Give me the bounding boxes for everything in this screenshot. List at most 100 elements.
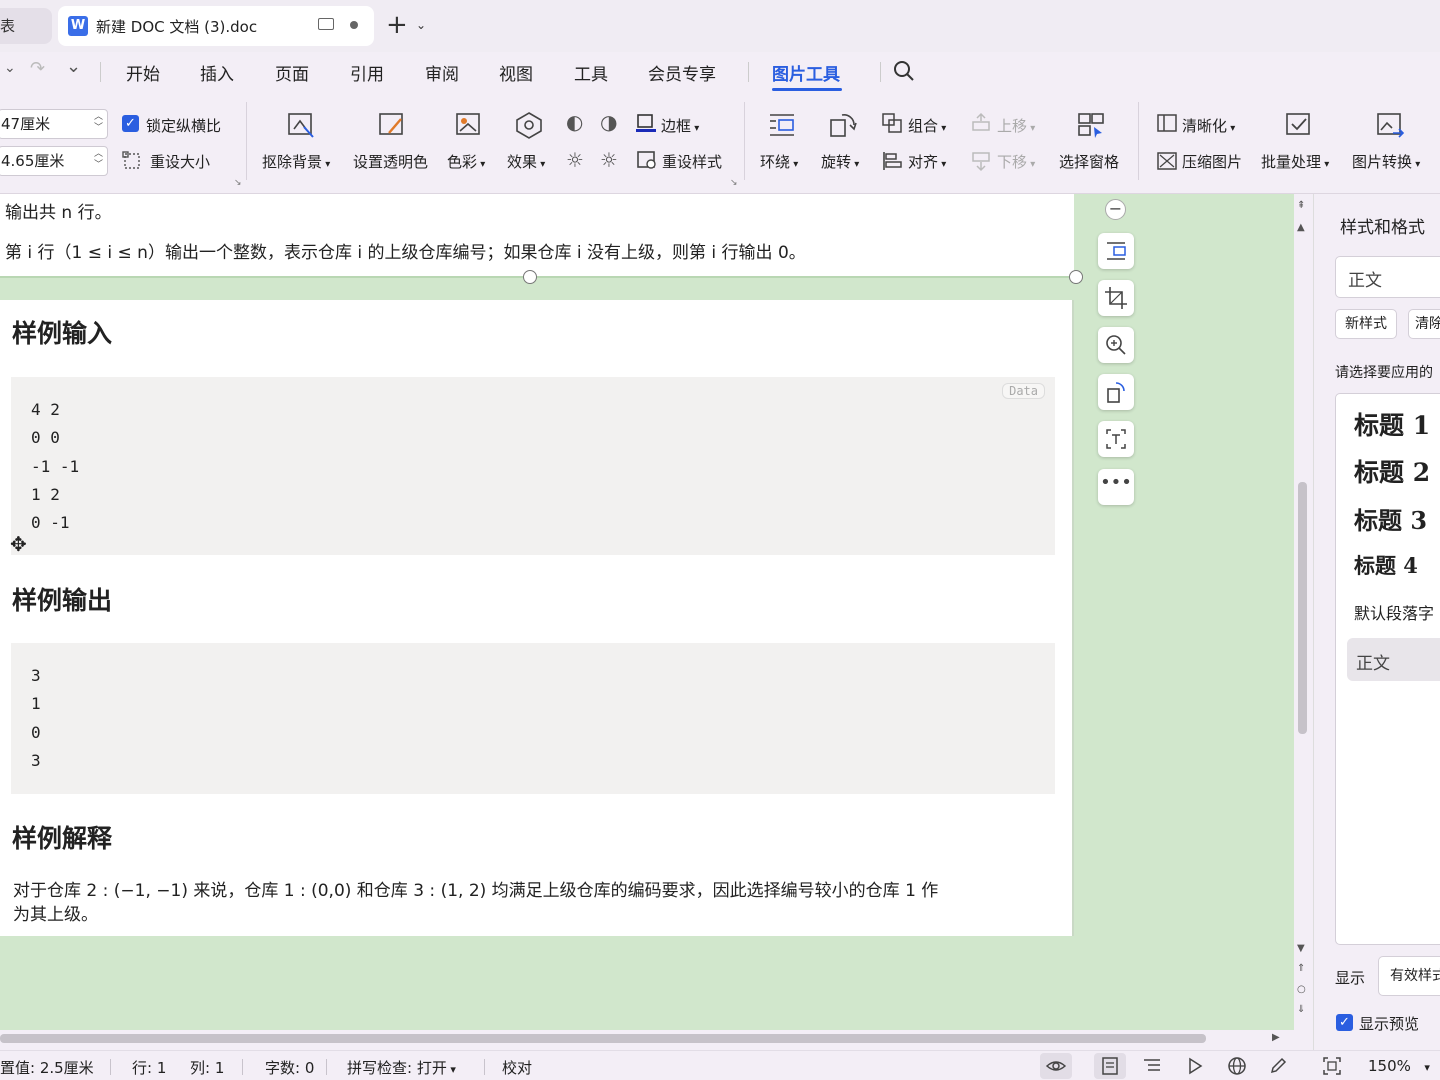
undo-dropdown-icon[interactable]: ⌄ (4, 60, 16, 76)
color-icon[interactable] (454, 111, 484, 139)
menu-picture-tools[interactable]: 图片工具 (772, 60, 840, 85)
selection-pane-button[interactable]: 选择窗格 (1059, 151, 1119, 172)
wrap-icon[interactable] (767, 111, 797, 139)
play-icon[interactable] (1185, 1056, 1205, 1076)
spin-arrows-icon[interactable]: ︿ ﹀ (94, 112, 103, 134)
wrap-float-button[interactable] (1098, 233, 1134, 269)
group-button[interactable]: 组合 ▾ (908, 115, 946, 136)
fit-page-icon[interactable] (1322, 1056, 1342, 1076)
unsaved-dot-icon[interactable] (350, 21, 358, 29)
show-filter-select[interactable]: 有效样式 (1378, 956, 1440, 996)
reset-style-icon[interactable] (636, 150, 658, 170)
style-heading-2[interactable]: 标题 2 (1354, 453, 1430, 489)
wrap-button[interactable]: 环绕 ▾ (760, 151, 798, 172)
zoom-level[interactable]: 150% ▾ (1368, 1057, 1430, 1075)
sample-input-code-block[interactable]: Data 4 2 0 0 -1 -1 1 2 0 -1 (11, 377, 1055, 555)
current-style-field[interactable]: 正文 (1335, 256, 1440, 298)
style-heading-3[interactable]: 标题 3 (1354, 501, 1427, 536)
border-icon[interactable] (636, 113, 656, 133)
effect-button[interactable]: 效果 ▾ (507, 151, 545, 172)
group-icon[interactable] (881, 112, 903, 134)
ocr-float-button[interactable] (1098, 421, 1134, 457)
resize-handle-top[interactable] (523, 270, 537, 284)
page-fragment-main[interactable]: 样例输入 Data 4 2 0 0 -1 -1 1 2 0 -1 样例输出 3 … (0, 300, 1074, 936)
width-input[interactable]: 47厘米 ︿ ﹀ (0, 109, 108, 139)
scroll-top-icon[interactable]: ⇞ (1297, 200, 1305, 211)
remove-background-icon[interactable] (286, 111, 316, 139)
page-fragment-top[interactable]: 输出共 n 行。 第 i 行（1 ≤ i ≤ n）输出一个整数，表示仓库 i 的… (0, 194, 1074, 276)
menu-references[interactable]: 引用 (350, 60, 384, 85)
reset-style-button[interactable]: 重设样式 (662, 151, 722, 172)
decrease-brightness-icon[interactable]: ◑ (600, 110, 617, 134)
lock-ratio-checkbox[interactable]: ✓ (122, 115, 139, 132)
dialog-launcher-icon[interactable]: ↘ (234, 178, 242, 188)
rotate-icon[interactable] (828, 111, 858, 139)
set-transparent-icon[interactable] (377, 111, 407, 139)
menu-home[interactable]: 开始 (126, 60, 160, 85)
scroll-right-icon[interactable]: ▶ (1272, 1032, 1280, 1043)
rotate-float-button[interactable] (1098, 374, 1134, 410)
outline-view-icon[interactable] (1142, 1056, 1162, 1076)
set-transparent-button[interactable]: 设置透明色 (353, 151, 428, 172)
new-style-button[interactable]: 新样式 (1335, 309, 1397, 339)
chevron-down-icon[interactable]: ⌄ (66, 56, 81, 77)
menu-tools[interactable]: 工具 (574, 60, 608, 85)
batch-process-button[interactable]: 批量处理 ▾ (1261, 151, 1329, 172)
height-input[interactable]: 4.65厘米 ︿ ﹀ (0, 146, 108, 176)
convert-image-icon[interactable] (1375, 111, 1405, 139)
clear-format-button[interactable]: 清除 (1408, 309, 1440, 339)
status-word-count[interactable]: 字数: 0 (265, 1057, 314, 1078)
menu-page[interactable]: 页面 (275, 60, 309, 85)
style-body-selected[interactable]: 正文 (1347, 638, 1440, 681)
increase-brightness-icon[interactable]: ◐ (566, 110, 583, 134)
style-heading-4[interactable]: 标题 4 (1354, 550, 1418, 580)
resize-handle-top-right[interactable] (1069, 270, 1083, 284)
next-page-icon[interactable]: ⇓ (1297, 1004, 1305, 1015)
more-options-button[interactable]: ••• (1098, 469, 1134, 505)
show-preview-checkbox[interactable]: ✓ (1336, 1014, 1353, 1031)
document-canvas[interactable]: 输出共 n 行。 第 i 行（1 ≤ i ≤ n）输出一个整数，表示仓库 i 的… (0, 194, 1294, 1030)
align-icon[interactable] (881, 150, 903, 172)
web-view-icon[interactable] (1227, 1056, 1247, 1076)
selection-pane-icon[interactable] (1076, 111, 1106, 139)
new-tab-button[interactable]: + (386, 12, 408, 38)
scroll-down-icon[interactable]: ▼ (1297, 943, 1305, 954)
scroll-up-icon[interactable]: ▲ (1297, 222, 1305, 233)
dialog-launcher-icon[interactable]: ↘ (730, 178, 738, 188)
reset-size-icon[interactable] (122, 150, 144, 170)
vertical-scroll-thumb[interactable] (1298, 482, 1307, 734)
previous-tab[interactable]: 表 (0, 8, 52, 44)
pen-icon[interactable] (1268, 1056, 1288, 1076)
menu-insert[interactable]: 插入 (200, 60, 234, 85)
convert-image-button[interactable]: 图片转换 ▾ (1352, 151, 1420, 172)
spell-check-toggle[interactable]: 拼写检查: 打开 ▾ (347, 1057, 456, 1078)
compress-button[interactable]: 压缩图片 (1182, 151, 1242, 172)
proofread-button[interactable]: 校对 (502, 1057, 532, 1078)
decrease-contrast-icon[interactable]: ☼ (600, 148, 618, 172)
monitor-icon[interactable] (318, 18, 334, 30)
border-button[interactable]: 边框 ▾ (661, 115, 699, 136)
compress-icon[interactable] (1156, 150, 1178, 172)
align-button[interactable]: 对齐 ▾ (908, 151, 946, 172)
color-button[interactable]: 色彩 ▾ (447, 151, 485, 172)
sharpen-icon[interactable] (1156, 112, 1178, 134)
increase-contrast-icon[interactable]: ☼ (566, 148, 584, 172)
effect-icon[interactable] (514, 111, 544, 139)
search-icon[interactable] (893, 60, 915, 82)
menu-review[interactable]: 审阅 (425, 60, 459, 85)
rotate-button[interactable]: 旋转 ▾ (821, 151, 859, 172)
sharpen-button[interactable]: 清晰化 ▾ (1182, 115, 1235, 136)
horizontal-scroll-thumb[interactable] (0, 1034, 1206, 1043)
previous-page-icon[interactable]: ⇑ (1297, 963, 1305, 974)
style-default-paragraph-font[interactable]: 默认段落字 (1354, 600, 1434, 624)
style-heading-1[interactable]: 标题 1 (1354, 406, 1430, 442)
status-line[interactable]: 行: 1 (132, 1057, 166, 1078)
reset-size-button[interactable]: 重设大小 (150, 151, 210, 172)
crop-float-button[interactable] (1098, 280, 1134, 316)
status-column[interactable]: 列: 1 (190, 1057, 224, 1078)
document-tab[interactable]: W 新建 DOC 文档 (3).doc (58, 6, 374, 46)
zoom-float-button[interactable] (1098, 327, 1134, 363)
chevron-down-icon[interactable]: ⌄ (416, 18, 426, 32)
batch-process-icon[interactable] (1284, 111, 1314, 139)
status-position[interactable]: 置值: 2.5厘米 (0, 1057, 94, 1078)
